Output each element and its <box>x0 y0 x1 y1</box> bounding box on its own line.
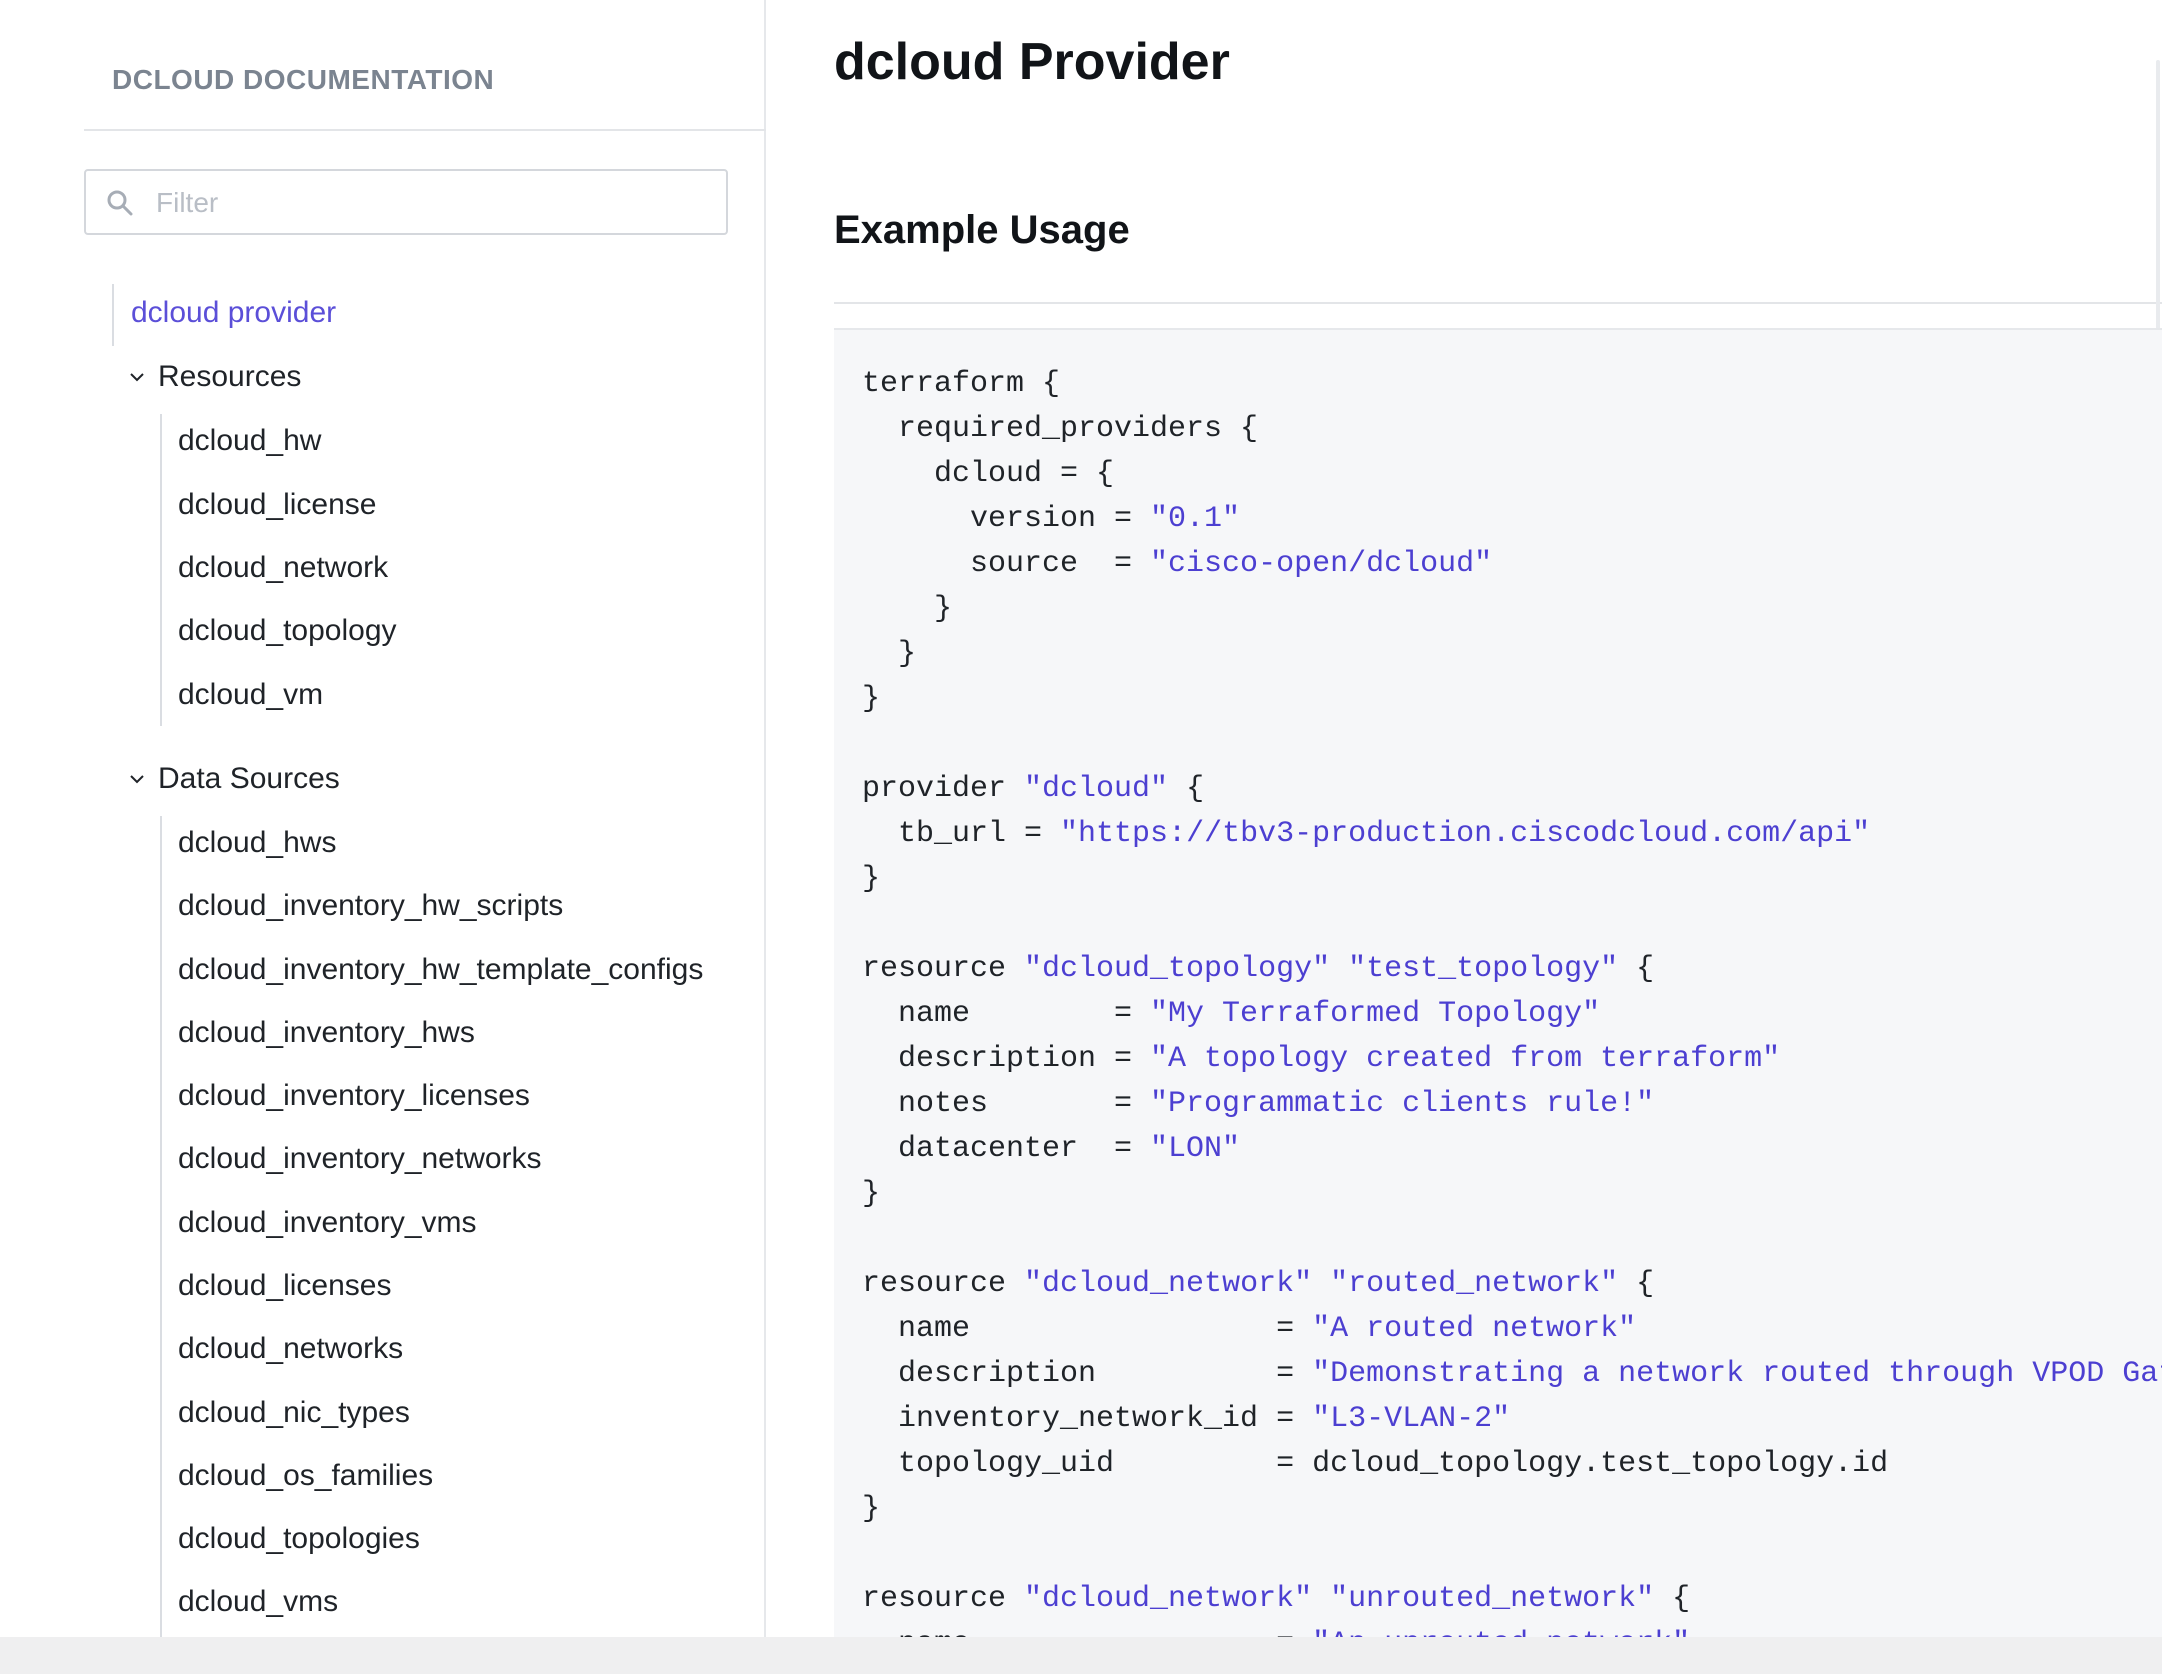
code-string: "A topology created from terraform" <box>1150 1042 1781 1076</box>
code-line: } <box>862 1177 881 1211</box>
search-icon <box>107 190 133 216</box>
code-line: source = "cisco-open/dcloud" <box>862 547 1493 581</box>
code-string: "An unrouted network" <box>1312 1627 1690 1637</box>
code-line: dcloud = { <box>862 457 1115 491</box>
section-toggle-resources[interactable]: Resources <box>128 360 301 394</box>
nav-link-dcloud-inventory-vms[interactable]: dcloud_inventory_vms <box>178 1206 477 1240</box>
code-string: "cisco-open/dcloud" <box>1150 547 1493 581</box>
horizontal-scrollbar[interactable] <box>0 1637 2162 1674</box>
code-string: "A routed network" <box>1312 1312 1637 1346</box>
code-line: } <box>862 637 917 671</box>
nav-link-dcloud-inventory-networks[interactable]: dcloud_inventory_networks <box>178 1142 542 1176</box>
code-string: "0.1" <box>1150 502 1241 536</box>
code-line: notes = "Programmatic clients rule!" <box>862 1087 1655 1121</box>
nav-link-dcloud-topology[interactable]: dcloud_topology <box>178 614 397 648</box>
sidebar: DCLOUD DOCUMENTATION dcloud provider Res… <box>0 0 766 1637</box>
nav-link-dcloud-vms[interactable]: dcloud_vms <box>178 1585 338 1619</box>
code-string: "dcloud_network" <box>1024 1267 1313 1301</box>
code-line: tb_url = "https://tbv3-production.ciscod… <box>862 817 1871 851</box>
nav-link-dcloud-inventory-hw-template-configs[interactable]: dcloud_inventory_hw_template_configs <box>178 953 703 987</box>
section-toggle-data-sources[interactable]: Data Sources <box>128 762 340 796</box>
page-title: dcloud Provider <box>834 33 1230 91</box>
sidebar-divider <box>84 129 766 131</box>
code-line: } <box>862 862 881 896</box>
nav-link-dcloud-nic-types[interactable]: dcloud_nic_types <box>178 1396 410 1430</box>
nav-link-dcloud-inventory-hws[interactable]: dcloud_inventory_hws <box>178 1016 475 1050</box>
nav-link-dcloud-topologies[interactable]: dcloud_topologies <box>178 1522 420 1556</box>
code-line: resource "dcloud_network" "routed_networ… <box>862 1267 1655 1301</box>
chevron-down-icon <box>130 373 144 382</box>
filter-input[interactable] <box>154 177 718 229</box>
chevron-down-icon <box>130 775 144 784</box>
nav-tree-line <box>160 816 162 1637</box>
code-line: datacenter = "LON" <box>862 1132 1241 1166</box>
code-line: resource "dcloud_network" "unrouted_netw… <box>862 1582 1691 1616</box>
code-string: "dcloud_topology" <box>1024 952 1331 986</box>
code-line: } <box>862 592 953 626</box>
active-indicator <box>112 284 114 346</box>
code-string: "Programmatic clients rule!" <box>1150 1087 1655 1121</box>
nav-link-dcloud-hw[interactable]: dcloud_hw <box>178 424 321 458</box>
code-line: name = "An unrouted network" <box>862 1627 1690 1637</box>
nav-link-dcloud-network[interactable]: dcloud_network <box>178 551 388 585</box>
code-string: "L3-VLAN-2" <box>1312 1402 1511 1436</box>
code-line: inventory_network_id = "L3-VLAN-2" <box>862 1402 1511 1436</box>
nav-tree-line <box>160 414 162 726</box>
nav-link-dcloud-inventory-hw-scripts[interactable]: dcloud_inventory_hw_scripts <box>178 889 563 923</box>
code-string: "LON" <box>1150 1132 1241 1166</box>
nav-link-dcloud-licenses[interactable]: dcloud_licenses <box>178 1269 391 1303</box>
code-string: "unrouted_network" <box>1330 1582 1655 1616</box>
nav-link-dcloud-inventory-licenses[interactable]: dcloud_inventory_licenses <box>178 1079 530 1113</box>
code-text[interactable]: terraform { required_providers { dcloud … <box>862 362 2162 1637</box>
nav-link-dcloud-networks[interactable]: dcloud_networks <box>178 1332 403 1366</box>
section-divider <box>834 302 2162 304</box>
nav-link-dcloud-vm[interactable]: dcloud_vm <box>178 678 323 712</box>
nav-link-dcloud-os-families[interactable]: dcloud_os_families <box>178 1459 433 1493</box>
code-block[interactable]: terraform { required_providers { dcloud … <box>834 328 2162 1637</box>
code-string: "test_topology" <box>1348 952 1619 986</box>
main-content: dcloud Provider Example Usage terraform … <box>766 0 2162 1637</box>
code-line: topology_uid = dcloud_topology.test_topo… <box>862 1447 1889 1481</box>
code-string: "My Terraformed Topology" <box>1150 997 1601 1031</box>
code-line: name = "My Terraformed Topology" <box>862 997 1601 1031</box>
code-string: "routed_network" <box>1330 1267 1619 1301</box>
code-string: "Demonstrating a network routed through … <box>1312 1357 2162 1391</box>
code-line: } <box>862 682 881 716</box>
code-line: description = "A topology created from t… <box>862 1042 1781 1076</box>
code-line: description = "Demonstrating a network r… <box>862 1357 2162 1391</box>
code-string: "dcloud" <box>1024 772 1169 806</box>
sidebar-brand: DCLOUD DOCUMENTATION <box>112 64 495 95</box>
code-string: "dcloud_network" <box>1024 1582 1313 1616</box>
code-string: "https://tbv3-production.ciscodcloud.com… <box>1060 817 1871 851</box>
code-line: version = "0.1" <box>862 502 1241 536</box>
nav-link-dcloud-provider[interactable]: dcloud provider <box>131 296 336 330</box>
code-line: provider "dcloud" { <box>862 772 1205 806</box>
nav-link-dcloud-hws[interactable]: dcloud_hws <box>178 826 336 860</box>
code-line: } <box>862 1492 881 1526</box>
section-label: Resources <box>158 360 302 393</box>
nav-link-dcloud-license[interactable]: dcloud_license <box>178 488 376 522</box>
section-label: Data Sources <box>158 762 340 795</box>
code-line: required_providers { <box>862 412 1259 446</box>
code-line: name = "A routed network" <box>862 1312 1637 1346</box>
code-line: resource "dcloud_topology" "test_topolog… <box>862 952 1655 986</box>
docs-page: DCLOUD DOCUMENTATION dcloud provider Res… <box>0 0 2162 1674</box>
section-title: Example Usage <box>834 208 1130 252</box>
code-line: terraform { <box>862 367 1061 401</box>
filter-box <box>84 169 728 235</box>
